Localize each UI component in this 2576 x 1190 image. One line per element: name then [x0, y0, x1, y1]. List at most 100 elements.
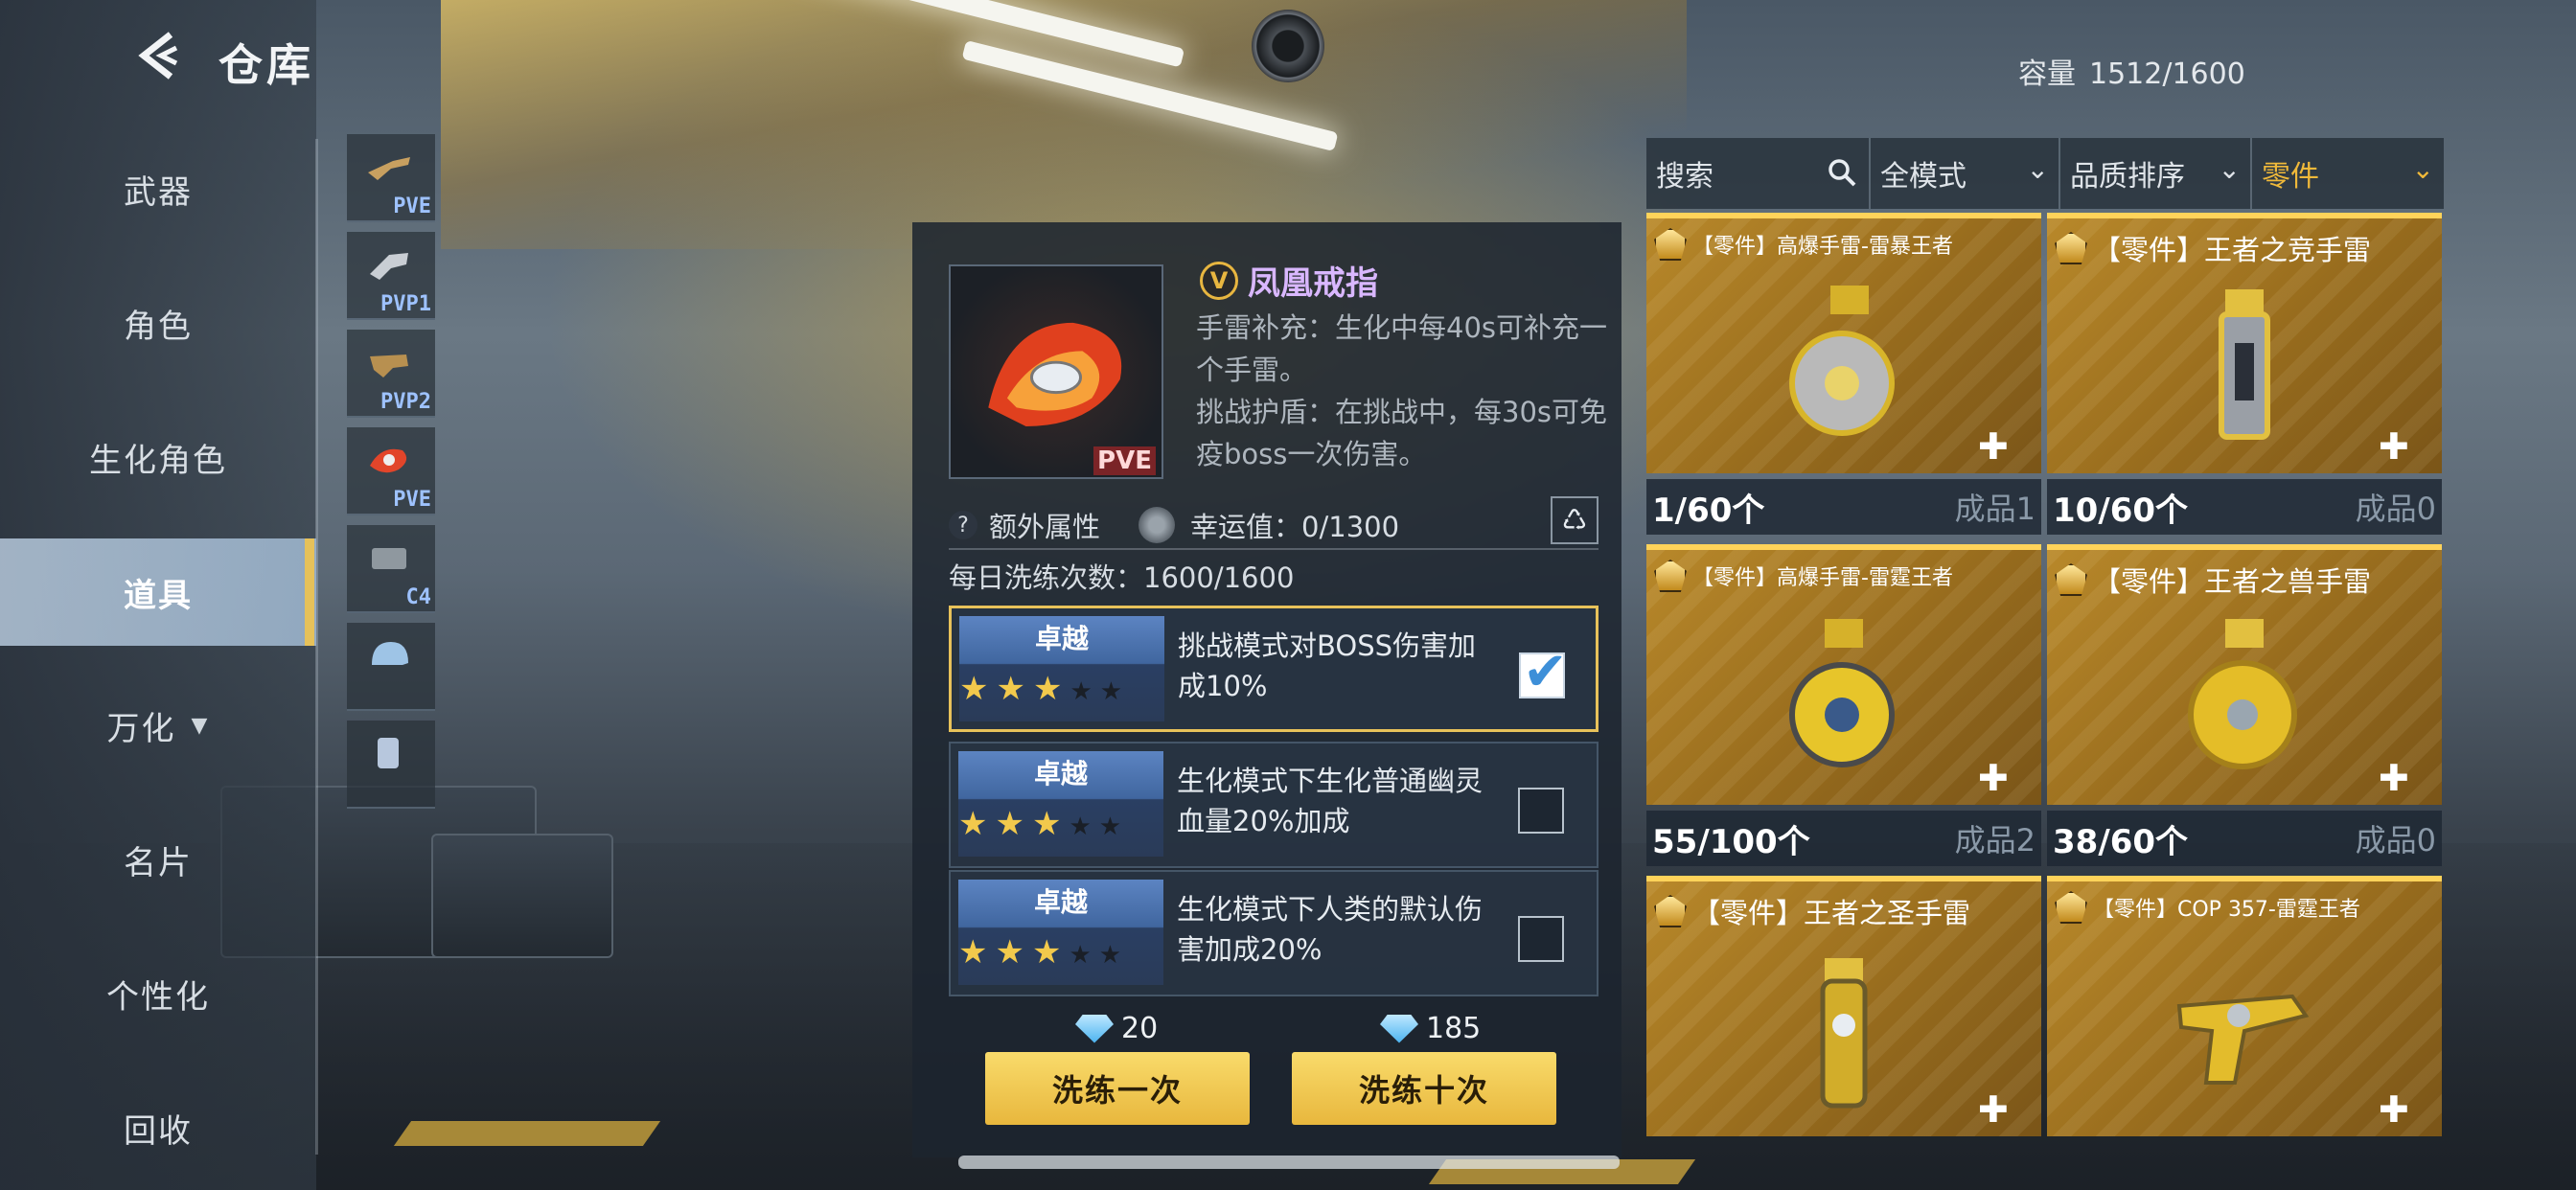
search-input[interactable]: 搜索 — [1646, 138, 1871, 209]
option-checkbox[interactable] — [1519, 641, 1568, 703]
sidebar-item-label: 个性化 — [106, 977, 210, 1017]
item-image: PVE — [949, 264, 1163, 479]
inventory-card[interactable]: 【零件】王者之竞手雷 ✚ — [2047, 213, 2442, 473]
option-text: 生化模式下人类的默认伤害加成20% — [1177, 893, 1484, 966]
cost-value: 20 — [1121, 1012, 1159, 1045]
thumbnail-item[interactable]: PVE — [347, 134, 435, 222]
divider — [949, 548, 1598, 550]
sort-dropdown[interactable]: 品质排序 ⌄ — [2060, 138, 2252, 209]
sidebar-item-label: 生化角色 — [89, 441, 227, 480]
sidebar-item-label: 回收 — [124, 1111, 193, 1151]
crown-crest-icon — [2055, 891, 2087, 924]
mode-dropdown[interactable]: 全模式 ⌄ — [1871, 138, 2060, 209]
refine-once-button[interactable]: 洗练一次 — [985, 1052, 1250, 1125]
thumbnail-item[interactable]: C4 — [347, 525, 435, 613]
sidebar-item-cards[interactable]: 名片 — [0, 826, 316, 893]
background-stripe — [393, 1121, 661, 1146]
sidebar-active-indicator — [305, 538, 314, 646]
thumbnail-item[interactable]: PVP2 — [347, 330, 435, 418]
search-icon[interactable] — [1827, 157, 1857, 188]
helmet-icon — [372, 642, 408, 665]
inventory-card[interactable]: 【零件】王者之圣手雷 ✚ — [1646, 876, 2041, 1136]
item-name: 凤凰戒指 — [1248, 264, 1378, 303]
luck-value: 幸运值：0/1300 — [1190, 511, 1400, 543]
star-rating: ★★★★★ — [958, 805, 1130, 843]
thumbnail-item[interactable]: PVP1 — [347, 232, 435, 320]
thumbnail-tag: PVE — [393, 195, 431, 218]
clover-icon — [1138, 507, 1176, 543]
card-footer: 55/100个 成品2 — [1646, 811, 2041, 866]
option-text: 挑战模式对BOSS伤害加成10% — [1178, 629, 1477, 702]
sidebar-item-personalize[interactable]: 个性化 — [0, 960, 316, 1027]
sidebar-item-label: 万化 — [106, 709, 176, 748]
top-bar: 仓库 — [0, 0, 441, 96]
star-rating: ★★★★★ — [958, 933, 1130, 972]
help-icon[interactable]: ? — [949, 511, 978, 539]
refine-option[interactable]: 卓越 ★★★★★ 生化模式下人类的默认伤害加成20% — [949, 870, 1598, 996]
card-name: 【零件】高爆手雷-雷暴王者 — [1692, 235, 1953, 259]
category-dropdown[interactable]: 零件 ⌄ — [2252, 138, 2444, 209]
crown-crest-icon — [1654, 895, 1687, 927]
category-value: 零件 — [2262, 160, 2319, 194]
chevron-down-icon: ⌄ — [2411, 153, 2434, 185]
finished-count: 成品2 — [1954, 822, 2036, 858]
inventory-card[interactable]: 【零件】COP 357-雷霆王者 ✚ — [2047, 876, 2442, 1136]
card-name: 【零件】王者之圣手雷 — [1692, 897, 1971, 929]
star-rating: ★★★★★ — [959, 670, 1131, 708]
card-footer: 1/60个 成品1 — [1646, 479, 2041, 535]
mode-value: 全模式 — [1880, 160, 1966, 194]
item-title: V 凤凰戒指 — [1200, 257, 1378, 304]
sidebar-item-wanhua[interactable]: 万化 ▼ — [0, 692, 316, 759]
back-arrow-icon[interactable] — [132, 29, 180, 82]
grenade-icon — [1789, 619, 1895, 767]
finished-count: 成品0 — [2355, 491, 2436, 527]
card-name: 【零件】COP 357-雷霆王者 — [2093, 898, 2360, 922]
inventory-card[interactable]: 【零件】高爆手雷-雷霆王者 ✚ — [1646, 544, 2041, 805]
daily-value: 1600/1600 — [1143, 561, 1295, 594]
card-title: 【零件】王者之竞手雷 — [2055, 228, 2371, 268]
vip-badge-icon: V — [1200, 261, 1238, 300]
puzzle-piece-icon: ✚ — [1978, 1088, 2009, 1131]
thumbnail-item[interactable]: PVE — [347, 427, 435, 515]
puzzle-piece-icon: ✚ — [2379, 757, 2409, 799]
grade-label: 卓越 — [1033, 886, 1088, 918]
puzzle-piece-icon: ✚ — [1978, 425, 2009, 468]
attribute-row: ? 额外属性 幸运值：0/1300 — [949, 504, 1598, 546]
recycle-button[interactable]: ♺ — [1551, 496, 1598, 544]
sidebar-item-weapons[interactable]: 武器 — [0, 155, 316, 222]
inventory-card[interactable]: 【零件】王者之兽手雷 ✚ — [2047, 544, 2442, 805]
capacity-value: 1512/1600 — [2089, 57, 2245, 91]
thumbnail-item[interactable] — [347, 721, 435, 809]
inventory-card[interactable]: 【零件】高爆手雷-雷暴王者 ✚ — [1646, 213, 2041, 473]
card-name: 【零件】王者之兽手雷 — [2093, 565, 2372, 598]
card-name: 【零件】王者之竞手雷 — [2093, 234, 2372, 266]
chevron-down-icon: ⌄ — [2026, 153, 2049, 185]
puzzle-piece-icon: ✚ — [2379, 1088, 2409, 1131]
refine-ten-button[interactable]: 洗练十次 — [1292, 1052, 1556, 1125]
button-label: 洗练一次 — [1051, 1072, 1183, 1109]
thumbnail-tag: C4 — [405, 585, 432, 609]
weapon-icon — [370, 355, 408, 378]
sidebar-item-characters[interactable]: 角色 — [0, 289, 316, 356]
sidebar-item-label: 角色 — [124, 307, 193, 346]
phoenix-ring-icon — [988, 322, 1122, 426]
item-desc-line: 手雷补充：生化中每40s可补充一个手雷。 — [1196, 311, 1608, 386]
sidebar-item-items[interactable]: 道具 — [0, 538, 316, 646]
item-desc-line: 挑战护盾：在挑战中，每30s可免疫boss一次伤害。 — [1196, 396, 1608, 470]
crown-crest-icon — [1654, 560, 1687, 592]
sidebar-item-recycle[interactable]: 回收 — [0, 1094, 316, 1161]
refine-option[interactable]: 卓越 ★★★★★ 挑战模式对BOSS伤害加成10% — [949, 606, 1598, 732]
option-checkbox[interactable] — [1518, 788, 1564, 834]
crown-crest-icon — [2055, 232, 2087, 264]
option-checkbox[interactable] — [1518, 916, 1564, 962]
sidebar-item-bio-characters[interactable]: 生化角色 — [0, 423, 316, 491]
button-label: 洗练十次 — [1358, 1072, 1489, 1109]
refine-option[interactable]: 卓越 ★★★★★ 生化模式下生化普通幽灵血量20%加成 — [949, 742, 1598, 868]
sidebar-item-label: 名片 — [124, 843, 193, 882]
panel-scrollbar[interactable] — [958, 1156, 1620, 1169]
card-footer: 10/60个 成品0 — [2047, 479, 2442, 535]
item-description: 手雷补充：生化中每40s可补充一个手雷。 挑战护盾：在挑战中，每30s可免疫bo… — [1196, 307, 1618, 475]
sidebar-item-label: 武器 — [124, 172, 193, 212]
thumbnail-item[interactable] — [347, 623, 435, 711]
option-text: 生化模式下生化普通幽灵血量20%加成 — [1177, 765, 1484, 837]
